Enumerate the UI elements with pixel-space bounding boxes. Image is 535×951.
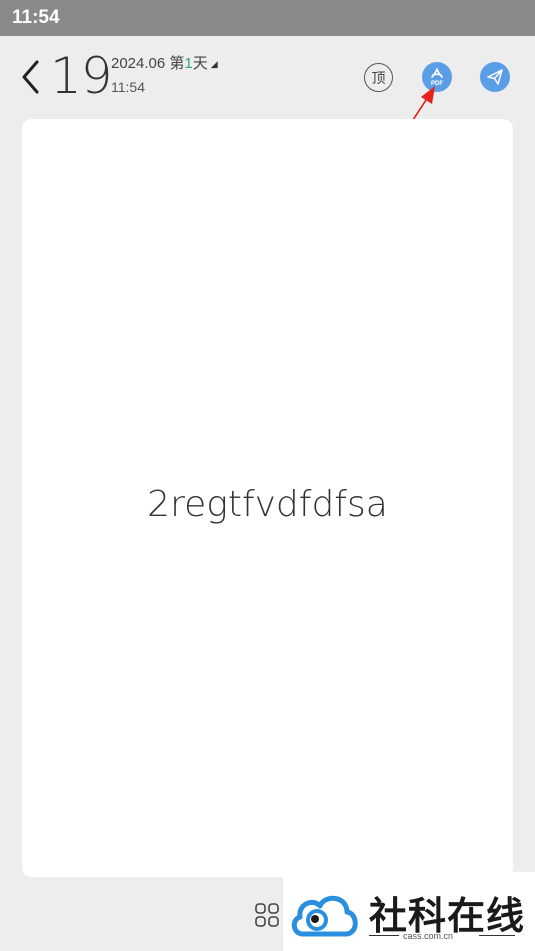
entry-time: 11:54 bbox=[111, 79, 145, 95]
back-button[interactable] bbox=[14, 56, 48, 98]
send-button[interactable] bbox=[480, 62, 510, 92]
dropdown-triangle-icon: ◢ bbox=[210, 59, 218, 69]
status-time: 11:54 bbox=[12, 7, 60, 28]
grid-icon bbox=[255, 903, 279, 927]
pin-top-button[interactable]: 顶 bbox=[364, 63, 393, 92]
note-text[interactable]: 2regtfvdfdfsa bbox=[22, 484, 513, 525]
watermark: 社科在线 cass.com.cn bbox=[283, 872, 535, 951]
day-number: 19 bbox=[50, 47, 113, 105]
status-bar: 11:54 bbox=[0, 0, 535, 36]
date-selector[interactable]: 2024.06 第 1 天 ◢ bbox=[111, 54, 218, 74]
watermark-rule-right bbox=[479, 935, 515, 936]
send-icon bbox=[487, 69, 503, 85]
export-pdf-button[interactable]: PDF bbox=[422, 62, 452, 92]
grid-menu-button[interactable] bbox=[254, 902, 280, 928]
day-index: 1 bbox=[184, 55, 193, 72]
pin-icon: 顶 bbox=[371, 70, 386, 87]
note-content-card: 2regtfvdfdfsa bbox=[22, 119, 513, 877]
pdf-icon bbox=[431, 68, 443, 78]
date-prefix: 2024.06 第 bbox=[111, 55, 185, 72]
watermark-logo-icon bbox=[291, 895, 358, 937]
watermark-rule-left bbox=[369, 935, 399, 936]
watermark-url: cass.com.cn bbox=[403, 931, 454, 941]
date-block: 2024.06 第 1 天 ◢ 11:54 bbox=[111, 54, 218, 97]
date-suffix: 天 bbox=[192, 55, 208, 72]
back-icon bbox=[22, 60, 39, 94]
pdf-label: PDF bbox=[431, 81, 443, 87]
